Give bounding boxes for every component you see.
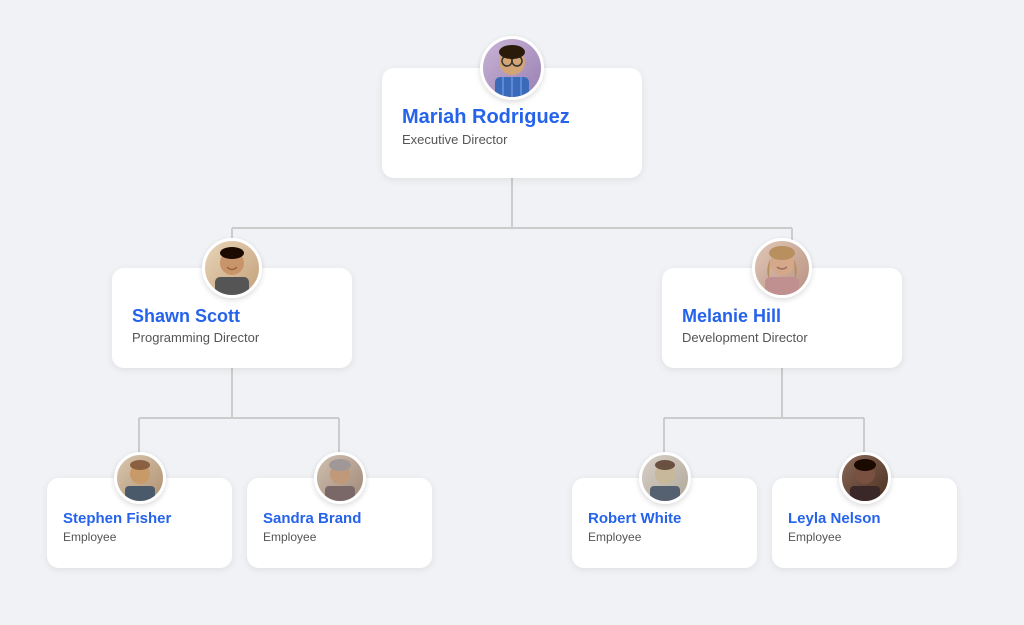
avatar-shawn: [202, 238, 262, 298]
role-melanie: Development Director: [682, 330, 882, 345]
avatar-mariah: [480, 36, 544, 100]
role-sandra: Employee: [263, 530, 416, 544]
avatar-stephen: [114, 452, 166, 504]
avatar-melanie: [752, 238, 812, 298]
node-leyla-nelson[interactable]: Leyla Nelson Employee: [772, 478, 957, 568]
node-robert-white[interactable]: Robert White Employee: [572, 478, 757, 568]
name-leyla: Leyla Nelson: [788, 510, 941, 527]
node-melanie-hill[interactable]: Melanie Hill Development Director: [662, 268, 902, 368]
role-mariah: Executive Director: [402, 132, 622, 147]
avatar-sandra: [314, 452, 366, 504]
role-robert: Employee: [588, 530, 741, 544]
name-robert: Robert White: [588, 510, 741, 527]
name-melanie: Melanie Hill: [682, 306, 882, 327]
node-sandra-brand[interactable]: Sandra Brand Employee: [247, 478, 432, 568]
role-leyla: Employee: [788, 530, 941, 544]
name-shawn: Shawn Scott: [132, 306, 332, 327]
name-sandra: Sandra Brand: [263, 510, 416, 527]
node-mariah-rodriguez[interactable]: Mariah Rodriguez Executive Director: [382, 68, 642, 178]
org-chart: Mariah Rodriguez Executive Director Shaw…: [32, 18, 992, 608]
role-stephen: Employee: [63, 530, 216, 544]
node-stephen-fisher[interactable]: Stephen Fisher Employee: [47, 478, 232, 568]
avatar-robert: [639, 452, 691, 504]
role-shawn: Programming Director: [132, 330, 332, 345]
name-mariah: Mariah Rodriguez: [402, 106, 622, 129]
name-stephen: Stephen Fisher: [63, 510, 216, 527]
avatar-leyla: [839, 452, 891, 504]
node-shawn-scott[interactable]: Shawn Scott Programming Director: [112, 268, 352, 368]
